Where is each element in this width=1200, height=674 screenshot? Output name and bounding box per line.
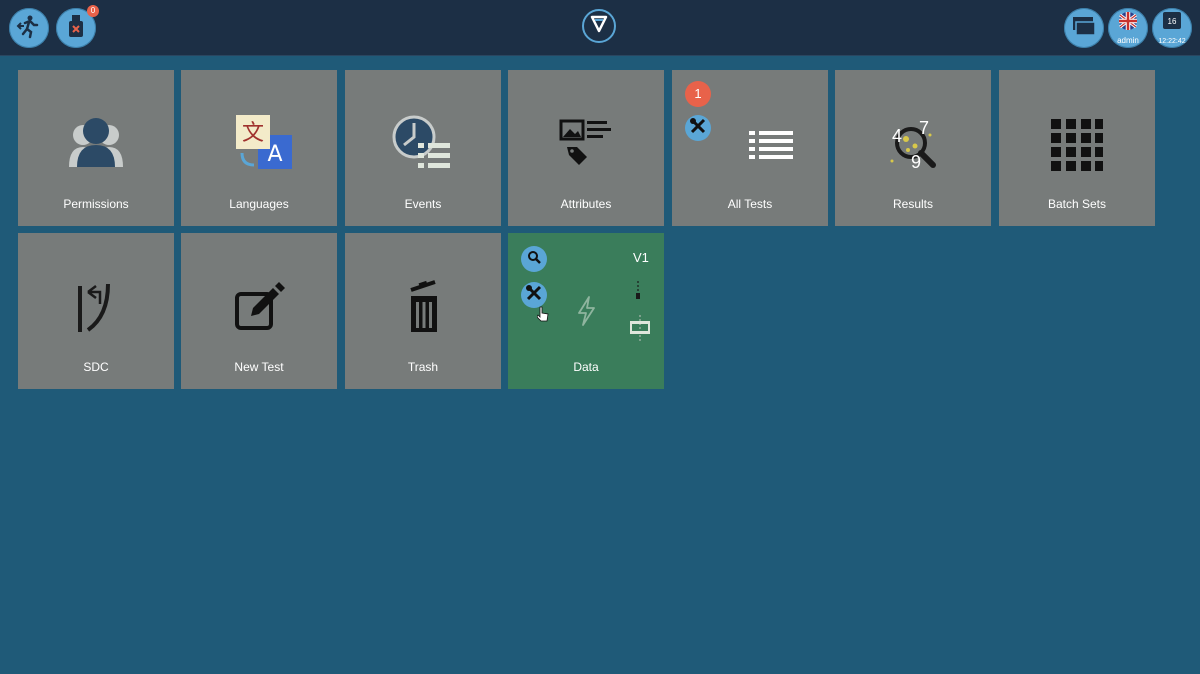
- tile-label: Attributes: [560, 197, 612, 211]
- sdc-icon: [46, 273, 146, 343]
- tools-button[interactable]: [521, 282, 547, 308]
- results-number: 9: [911, 152, 922, 172]
- user-label: admin: [1117, 36, 1139, 45]
- results-number: 4: [892, 126, 903, 146]
- tile-label: Batch Sets: [1047, 197, 1107, 211]
- tile-label: New Test: [234, 360, 284, 374]
- clock-time: 12:22:42: [1158, 38, 1186, 45]
- tile-results[interactable]: 4 7 9 Results: [835, 70, 991, 226]
- windows-stack-icon: [1071, 15, 1097, 42]
- tile-all-tests[interactable]: 1 All Tests: [672, 70, 828, 226]
- tile-label: Trash: [407, 360, 439, 374]
- notification-badge: 1: [685, 81, 711, 107]
- tile-label: SDC: [83, 360, 109, 374]
- wrench-screwdriver-icon: [525, 284, 543, 307]
- clock-list-icon: [373, 110, 473, 180]
- tile-sdc[interactable]: SDC: [18, 233, 174, 389]
- usb-badge: 0: [87, 5, 99, 17]
- uk-flag-icon: [1118, 11, 1138, 36]
- tile-data[interactable]: V1 Data: [508, 233, 664, 389]
- tile-label: Languages: [229, 197, 289, 211]
- trash-icon: [373, 273, 473, 343]
- svg-text:文: 文: [242, 121, 264, 146]
- search-button[interactable]: [521, 246, 547, 272]
- tile-batch-sets[interactable]: Batch Sets: [999, 70, 1155, 226]
- search-icon: [527, 250, 541, 269]
- usb-drive-icon: [65, 14, 87, 43]
- tile-languages[interactable]: A 文 Languages: [181, 70, 337, 226]
- bolt-icon: [571, 293, 601, 329]
- tile-attributes[interactable]: Attributes: [508, 70, 664, 226]
- tile-events[interactable]: Events: [345, 70, 501, 226]
- grid-icon: [1027, 110, 1127, 180]
- language-user-button[interactable]: admin: [1108, 8, 1148, 48]
- tile-label: Data: [573, 360, 599, 374]
- results-number: 7: [919, 118, 930, 138]
- version-label: V1: [633, 250, 649, 265]
- users-icon: [46, 110, 146, 180]
- edit-icon: [209, 273, 309, 343]
- v-logo-icon: [589, 14, 609, 39]
- exit-run-icon: [16, 13, 42, 44]
- tile-label: Permissions: [63, 197, 129, 211]
- tools-button[interactable]: [685, 115, 711, 141]
- wrench-screwdriver-icon: [689, 117, 707, 140]
- cursor-pointer-icon: [536, 306, 549, 327]
- tile-label: Results: [892, 197, 933, 211]
- calendar-button[interactable]: 16 12:22:42: [1152, 8, 1192, 48]
- translate-icon: A 文: [209, 110, 309, 180]
- windows-button[interactable]: [1064, 8, 1104, 48]
- app-logo[interactable]: [582, 9, 616, 43]
- tile-label: Events: [404, 197, 442, 211]
- tile-label: All Tests: [727, 197, 773, 211]
- calendar-icon: 16: [1163, 12, 1181, 29]
- tile-trash[interactable]: Trash: [345, 233, 501, 389]
- image-tag-icon: [536, 110, 636, 180]
- list-icon: [722, 110, 822, 180]
- balance-icon: [629, 315, 651, 346]
- tile-permissions[interactable]: Permissions: [18, 70, 174, 226]
- tile-new-test[interactable]: New Test: [181, 233, 337, 389]
- calendar-day: 16: [1167, 17, 1177, 26]
- top-bar: 0 admin 16 12:22:42: [0, 0, 1200, 56]
- usb-button[interactable]: 0: [56, 5, 99, 48]
- dropper-icon: [634, 281, 642, 308]
- exit-button[interactable]: [9, 8, 49, 48]
